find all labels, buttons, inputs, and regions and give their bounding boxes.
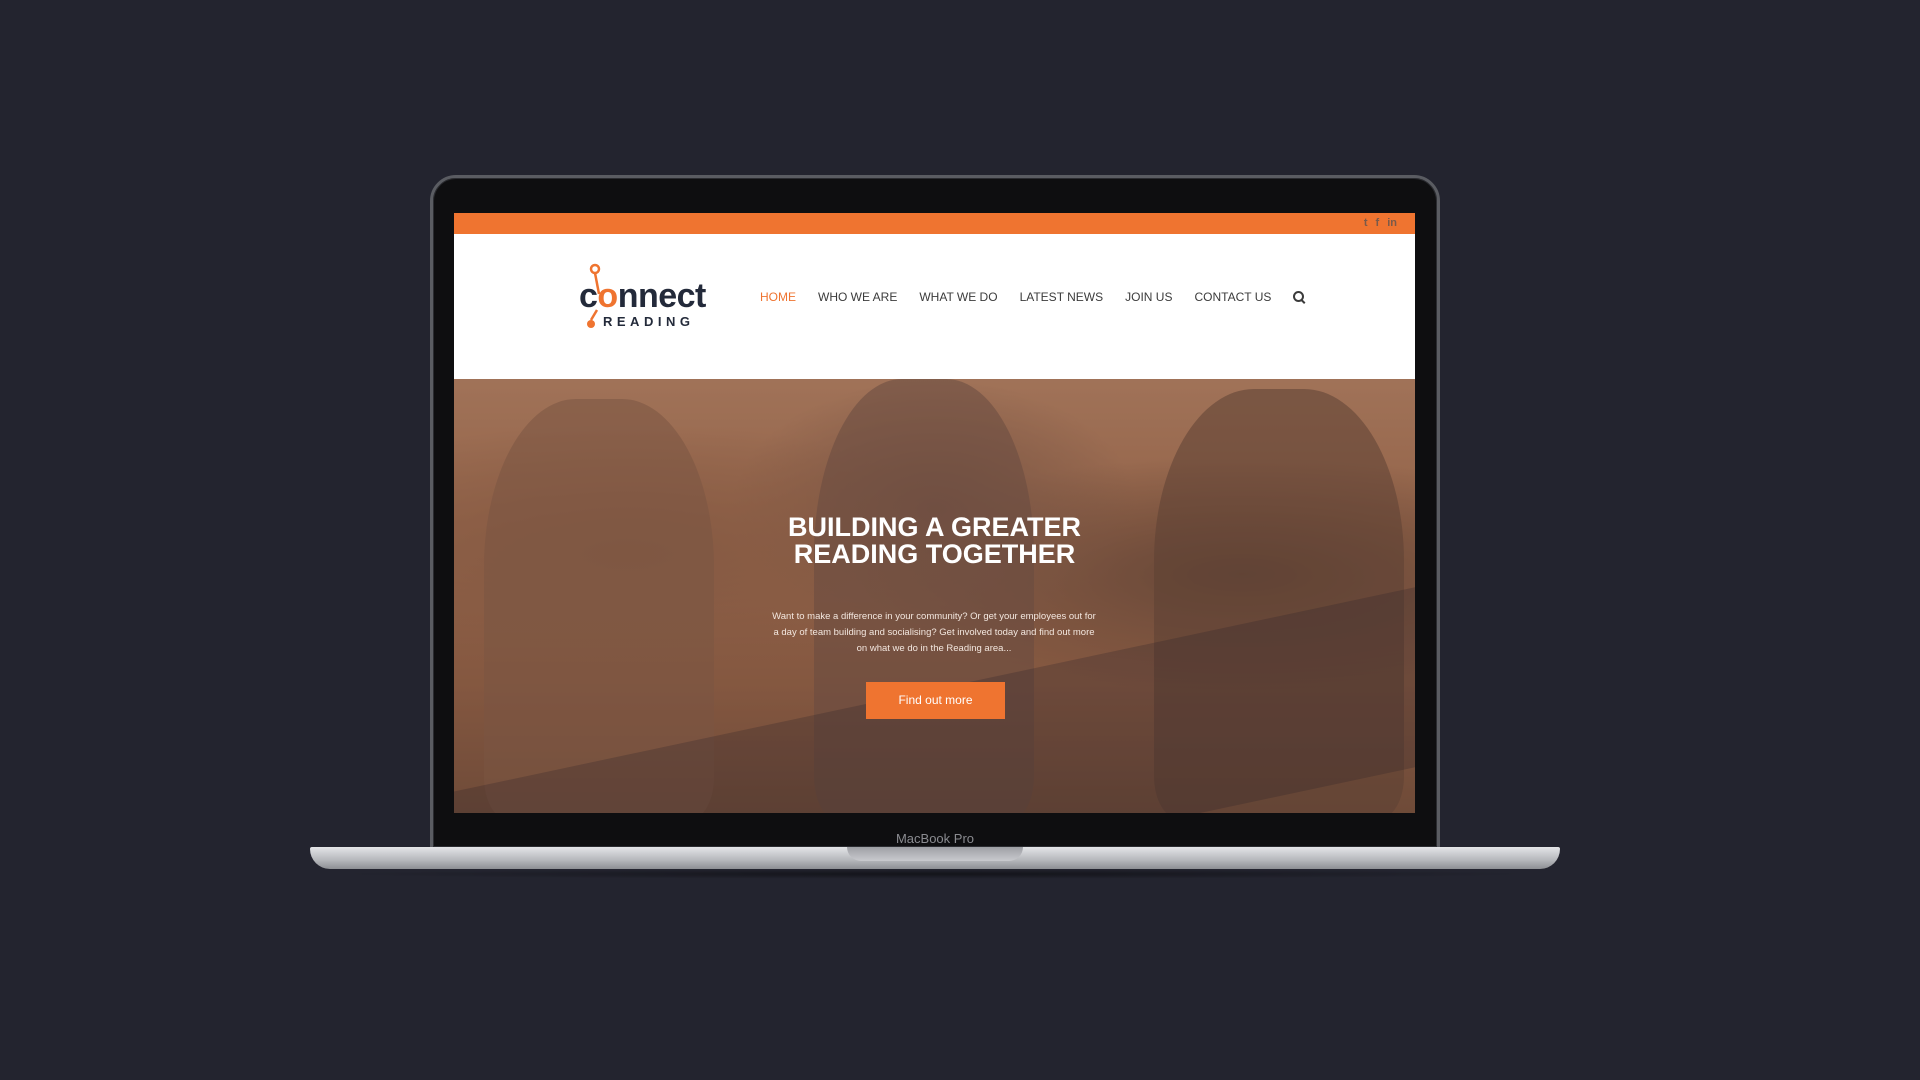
- logo-subtitle: READING: [603, 314, 695, 329]
- hero-description: Want to make a difference in your commun…: [772, 611, 1096, 654]
- hero-section: BUILDING A GREATER READING TOGETHER Want…: [454, 379, 1415, 813]
- site-header: connect READING HOME WHO WE ARE WHAT WE …: [454, 234, 1415, 379]
- hero-title-line-2: READING TOGETHER: [793, 539, 1076, 569]
- hero-title-line-1: BUILDING A GREATER: [788, 512, 1081, 542]
- social-links: t f in: [1364, 216, 1397, 230]
- laptop-base-notch: [847, 847, 1023, 861]
- nav-item-who-we-are[interactable]: WHO WE ARE: [818, 290, 897, 304]
- nav-item-what-we-do[interactable]: WHAT WE DO: [919, 290, 997, 304]
- site-logo[interactable]: connect READING: [579, 262, 729, 332]
- mockup-stage: MacBook Pro t f in connect READING HOME …: [0, 0, 1920, 1080]
- linkedin-icon[interactable]: in: [1387, 216, 1397, 230]
- nav-item-join-us[interactable]: JOIN US: [1125, 290, 1172, 304]
- search-icon[interactable]: [1293, 291, 1305, 303]
- find-out-more-button[interactable]: Find out more: [866, 682, 1005, 719]
- logo-wordmark: connect: [579, 277, 706, 315]
- laptop-shadow: [330, 869, 1540, 879]
- nav-item-latest-news[interactable]: LATEST NEWS: [1020, 290, 1104, 304]
- main-nav: HOME WHO WE ARE WHAT WE DO LATEST NEWS J…: [760, 290, 1305, 304]
- nav-item-home[interactable]: HOME: [760, 290, 796, 304]
- twitter-icon[interactable]: t: [1364, 216, 1368, 230]
- laptop-model-label: MacBook Pro: [895, 831, 975, 846]
- top-bar: t f in: [454, 213, 1415, 234]
- hero-title: BUILDING A GREATER READING TOGETHER: [454, 514, 1415, 568]
- nav-item-contact-us[interactable]: CONTACT US: [1194, 290, 1271, 304]
- laptop-base: [310, 847, 1560, 869]
- website-screen: t f in connect READING HOME WHO WE ARE W…: [454, 213, 1415, 813]
- facebook-icon[interactable]: f: [1376, 216, 1380, 230]
